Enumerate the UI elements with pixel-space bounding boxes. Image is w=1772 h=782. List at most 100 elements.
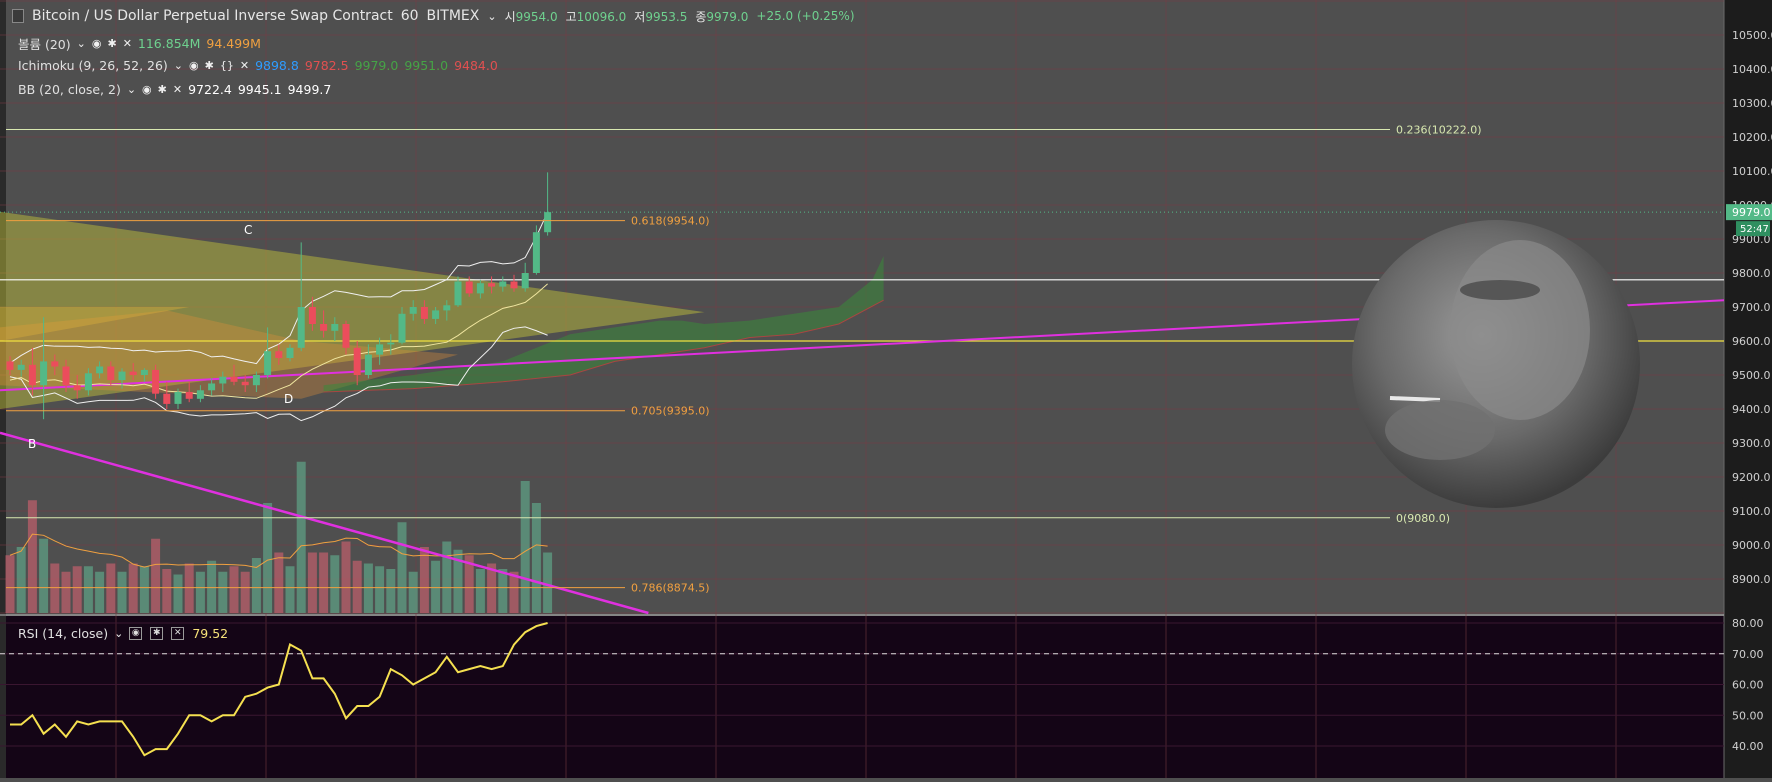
chevron-down-icon[interactable]: ⌄ — [174, 59, 183, 72]
chevron-down-icon[interactable]: ⌄ — [127, 83, 136, 96]
close-icon[interactable]: ✕ — [240, 59, 249, 72]
pattern-label: C — [244, 223, 252, 237]
low-label: 저 — [634, 9, 646, 24]
volume-bar — [151, 538, 161, 613]
price-chart[interactable]: 0.236(10222.0) 0.618(9954.0) 0.705(9395.0)… — [0, 0, 1772, 778]
candle-body — [185, 392, 193, 399]
candle-body — [96, 366, 104, 374]
candle-body — [118, 371, 126, 381]
price-tick-label: 9700.0 — [1732, 301, 1771, 314]
volume-bar — [363, 563, 373, 613]
price-axis-bg[interactable] — [1724, 0, 1772, 778]
volume-bar — [195, 571, 205, 613]
high-label: 고 — [565, 9, 577, 24]
volume-bar — [531, 503, 541, 613]
candle-body — [409, 307, 417, 314]
volume-bar — [95, 571, 105, 613]
bb-label[interactable]: BB (20, close, 2) — [18, 82, 121, 97]
volume-bar — [240, 571, 250, 613]
price-tick-label: 10300.0 — [1732, 97, 1772, 110]
bb-value-1: 9722.4 — [188, 82, 232, 97]
eye-icon[interactable]: ◉ — [92, 37, 102, 50]
price-tick-label: 9300.0 — [1732, 437, 1771, 450]
candle-body — [196, 390, 204, 399]
volume-bar — [375, 566, 385, 613]
rsi-label[interactable]: RSI (14, close) — [18, 626, 108, 641]
ichimoku-value-2: 9782.5 — [304, 58, 349, 73]
fib-level-label: 0(9080.0) — [1396, 512, 1450, 525]
candle-body — [297, 307, 305, 348]
volume-bar — [218, 571, 228, 613]
volume-value-2: 94.499M — [206, 36, 261, 51]
symbol-icon[interactable] — [12, 9, 24, 23]
eye-icon[interactable]: ◉ — [129, 627, 143, 640]
candle-body — [432, 310, 440, 319]
candle-body — [353, 347, 361, 375]
rsi-tick-label: 40.00 — [1732, 740, 1764, 753]
gear-icon[interactable]: ✱ — [205, 59, 214, 72]
close-icon[interactable]: ✕ — [173, 83, 182, 96]
volume-bar — [475, 569, 485, 613]
interval-label[interactable]: 60 — [401, 8, 419, 24]
gear-icon[interactable]: ✱ — [158, 83, 167, 96]
portrait-hand — [1385, 400, 1495, 460]
eye-icon[interactable]: ◉ — [189, 59, 199, 72]
volume-bar — [61, 571, 71, 613]
ichimoku-label[interactable]: Ichimoku (9, 26, 52, 26) — [18, 58, 168, 73]
volume-bar — [274, 552, 284, 613]
rsi-tick-label: 50.00 — [1732, 709, 1764, 722]
price-tick-label: 10400.0 — [1732, 63, 1772, 76]
volume-bar — [296, 461, 306, 613]
rsi-tick-label: 70.00 — [1732, 648, 1764, 661]
price-tick-label: 10500.0 — [1732, 29, 1772, 42]
price-tick-label: 9200.0 — [1732, 471, 1771, 484]
candle-body — [544, 212, 552, 233]
candle-body — [152, 369, 160, 394]
price-tick-label: 9600.0 — [1732, 335, 1771, 348]
pattern-label: B — [28, 437, 36, 451]
candle-body — [208, 383, 216, 391]
candle-body — [6, 361, 14, 370]
volume-bar — [352, 560, 362, 613]
candle-body — [376, 344, 384, 355]
chevron-down-icon[interactable]: ⌄ — [487, 10, 496, 23]
chevron-down-icon[interactable]: ⌄ — [77, 37, 86, 50]
ichimoku-value-3: 9979.0 — [354, 58, 399, 73]
gear-icon[interactable]: ✱ — [107, 37, 116, 50]
candle-body — [510, 281, 518, 289]
candle-body — [331, 324, 339, 331]
candle-body — [420, 307, 428, 319]
candle-body — [17, 364, 25, 370]
price-tick-label: 9500.0 — [1732, 369, 1771, 382]
candle-body — [342, 324, 350, 348]
chart-area[interactable]: 0.236(10222.0) 0.618(9954.0) 0.705(9395.0)… — [0, 0, 1772, 778]
volume-label[interactable]: 볼륨 (20) — [18, 34, 71, 53]
price-tick-label: 10200.0 — [1732, 131, 1772, 144]
volume-bar — [330, 555, 340, 613]
candle-body — [163, 393, 171, 404]
candle-body — [129, 371, 137, 375]
candle-body — [51, 361, 59, 367]
volume-bar — [173, 574, 183, 613]
candle-body — [84, 373, 92, 391]
close-icon[interactable]: ✕ — [123, 37, 132, 50]
chevron-down-icon[interactable]: ⌄ — [114, 627, 123, 640]
rsi-value: 79.52 — [192, 626, 229, 641]
candle-body — [241, 381, 249, 386]
symbol-title[interactable]: Bitcoin / US Dollar Perpetual Inverse Sw… — [32, 8, 393, 24]
gear-icon[interactable]: ✱ — [150, 627, 164, 640]
close-icon[interactable]: ✕ — [171, 627, 185, 640]
volume-bar — [307, 552, 317, 613]
volume-bar — [50, 563, 60, 613]
fib-level-label: 0.618(9954.0) — [631, 215, 710, 228]
low-value: 9953.5 — [645, 9, 688, 24]
volume-bar — [509, 571, 519, 613]
volume-indicator-row: 볼륨 (20) ⌄ ◉ ✱ ✕ 116.854M 94.499M — [18, 34, 261, 53]
candle-body — [107, 366, 115, 381]
volume-bar — [27, 500, 37, 613]
volume-bar — [139, 566, 149, 613]
braces-icon[interactable]: {} — [220, 59, 234, 72]
portrait-eyes — [1460, 280, 1540, 300]
eye-icon[interactable]: ◉ — [142, 83, 152, 96]
volume-bar — [397, 522, 407, 613]
